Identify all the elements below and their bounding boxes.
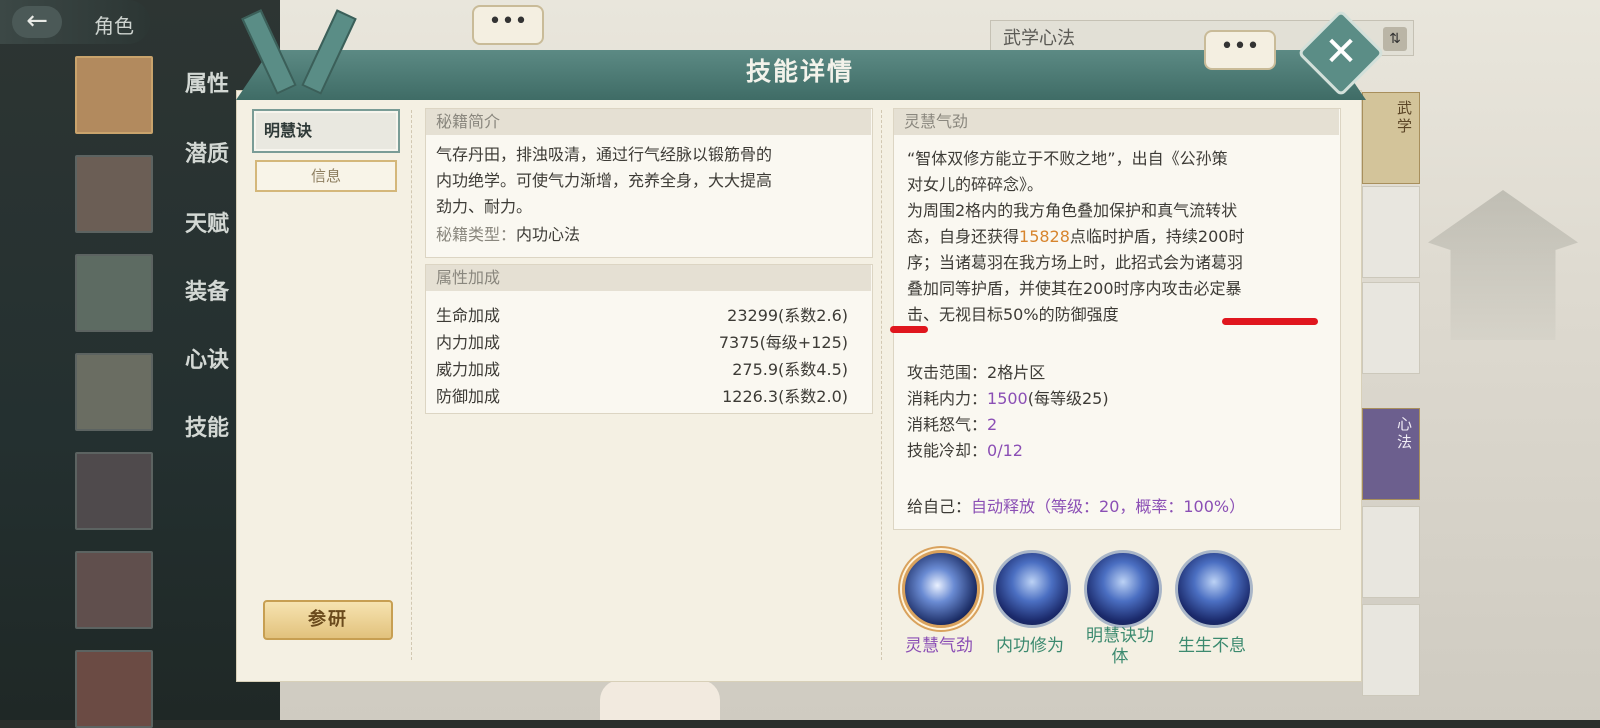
shield-amount: 15828 [1019, 227, 1070, 246]
attribute-row: 防御加成 1226.3(系数2.0) [436, 383, 848, 410]
attribute-label: 防御加成 [436, 387, 501, 406]
empty-slot[interactable] [1362, 506, 1420, 598]
self-effect-label: 给自己： [907, 497, 972, 516]
side-tab-equipment[interactable]: 装备 [185, 274, 229, 306]
close-icon[interactable]: ✕ [1310, 22, 1372, 84]
chat-dots-button[interactable]: ••• [472, 5, 544, 45]
self-effect-value: 自动释放（等级：20，概率：100%） [971, 497, 1246, 516]
sort-icon[interactable]: ⇅ [1383, 27, 1407, 51]
divider [881, 110, 882, 660]
skill-icon-neigong[interactable] [993, 550, 1071, 628]
red-underline-mark [890, 326, 928, 333]
attack-range-label: 攻击范围： [907, 363, 988, 382]
empty-slot[interactable] [1362, 282, 1420, 374]
divider [411, 110, 412, 660]
intro-line: 劲力、耐力。 [436, 197, 533, 216]
research-button[interactable]: 参研 [263, 600, 393, 640]
attribute-row: 内力加成 7375(每级+125) [436, 329, 848, 356]
martial-arts-title: 武学心法 [1003, 28, 1075, 49]
cooldown-value: 0/12 [987, 441, 1023, 460]
character-avatar-6[interactable] [75, 551, 153, 629]
tab-info[interactable]: 信息 [255, 160, 397, 192]
self-effect: 给自己：自动释放（等级：20，概率：100%） [907, 494, 1245, 520]
skill-desc-line: 序；当诸葛羽在我方场上时，此招式会为诸葛羽 [907, 253, 1244, 272]
intro-line: 内功绝学。可使气力渐增，充养全身，大大提高 [436, 171, 773, 190]
mp-cost-label: 消耗内力： [907, 389, 988, 408]
back-arrow-icon[interactable]: ← [12, 6, 62, 38]
skill-desc-line: 态，自身还获得15828点临时护盾，持续200时 [907, 224, 1244, 250]
side-tab-skills[interactable]: 技能 [185, 410, 229, 442]
character-avatar-3[interactable] [75, 254, 153, 332]
side-tab-talent[interactable]: 天赋 [185, 206, 229, 238]
rage-cost-label: 消耗怒气： [907, 415, 988, 434]
intro-type: 秘籍类型：内功心法 [436, 222, 580, 248]
side-tab-potential[interactable]: 潜质 [185, 136, 229, 168]
skill-label[interactable]: 灵慧气劲 [891, 636, 987, 657]
rage-cost-value: 2 [987, 415, 998, 434]
skill-icon-minghui[interactable] [1084, 550, 1162, 628]
skill-desc-line: 击、无视目标50%的防御强度 [907, 305, 1119, 324]
tab-skill-name[interactable]: 明慧诀 [252, 109, 400, 153]
intro-type-label: 秘籍类型： [436, 225, 517, 244]
skill-label[interactable]: 生生不息 [1164, 636, 1260, 657]
skill-desc-text: 态，自身还获得 [907, 227, 1020, 246]
cooldown: 技能冷却：0/12 [907, 438, 1023, 464]
attribute-row: 威力加成 275.9(系数4.5) [436, 356, 848, 383]
intro-type-value: 内功心法 [516, 225, 581, 244]
skill-desc-line: 叠加同等护盾，并使其在200时序内攻击必定暴 [907, 279, 1242, 298]
intro-header: 秘籍简介 [426, 109, 871, 135]
skill-quote-line: 对女儿的碎碎念》。 [907, 175, 1044, 194]
character-avatar-4[interactable] [75, 353, 153, 431]
chat-dots-button[interactable]: ••• [1204, 30, 1276, 70]
screen-title: 角色 [94, 14, 134, 38]
mp-cost-value: 1500 [987, 389, 1028, 408]
attribute-value: 7375(每级+125) [718, 333, 848, 352]
character-avatar-7[interactable] [75, 650, 153, 728]
mp-cost: 消耗内力：1500(每等级25) [907, 386, 1109, 412]
character-figure [600, 680, 720, 720]
skill-detail-header: 灵慧气劲 [894, 109, 1339, 135]
attribute-value: 275.9(系数4.5) [732, 360, 848, 379]
skill-icon-lingui[interactable] [902, 550, 980, 628]
skill-desc-text: 点临时护盾，持续200时 [1069, 227, 1245, 246]
skill-desc-line: 为周围2格内的我方角色叠加保护和真气流转状 [907, 201, 1238, 220]
attribute-label: 威力加成 [436, 360, 501, 379]
mind-art-card-label: 心法 [1397, 415, 1413, 451]
attributes-header: 属性加成 [426, 265, 871, 291]
intro-line: 气存丹田，排浊吸清，通过行气经脉以锻筋骨的 [436, 145, 773, 164]
skill-label[interactable]: 内功修为 [982, 636, 1078, 657]
attribute-row: 生命加成 23299(系数2.6) [436, 302, 848, 329]
attribute-label: 生命加成 [436, 306, 501, 325]
attribute-label: 内力加成 [436, 333, 501, 352]
martial-card[interactable]: 武学 [1362, 92, 1420, 184]
rage-cost: 消耗怒气：2 [907, 412, 997, 438]
cooldown-label: 技能冷却： [907, 441, 988, 460]
empty-slot[interactable] [1362, 186, 1420, 278]
red-underline-mark [1222, 318, 1318, 325]
skill-quote-line: “智体双修方能立于不败之地”，出自《公孙策 [907, 149, 1228, 168]
mind-art-card[interactable]: 心法 [1362, 408, 1420, 500]
back-bar[interactable]: ← 角色 [0, 0, 150, 44]
attack-range: 攻击范围：2格片区 [907, 360, 1045, 386]
skill-label[interactable]: 明慧诀功体 [1084, 626, 1156, 668]
side-tab-mind-art[interactable]: 心诀 [185, 342, 229, 374]
attribute-value: 23299(系数2.6) [727, 306, 848, 325]
martial-card-label: 武学 [1397, 99, 1413, 135]
empty-slot[interactable] [1362, 604, 1420, 696]
mp-cost-note: (每等级25) [1027, 389, 1109, 408]
character-avatar-2[interactable] [75, 155, 153, 233]
skill-icon-shengsheng[interactable] [1175, 550, 1253, 628]
attack-range-value: 2格片区 [987, 363, 1046, 382]
attribute-value: 1226.3(系数2.0) [722, 387, 848, 406]
character-avatar-5[interactable] [75, 452, 153, 530]
